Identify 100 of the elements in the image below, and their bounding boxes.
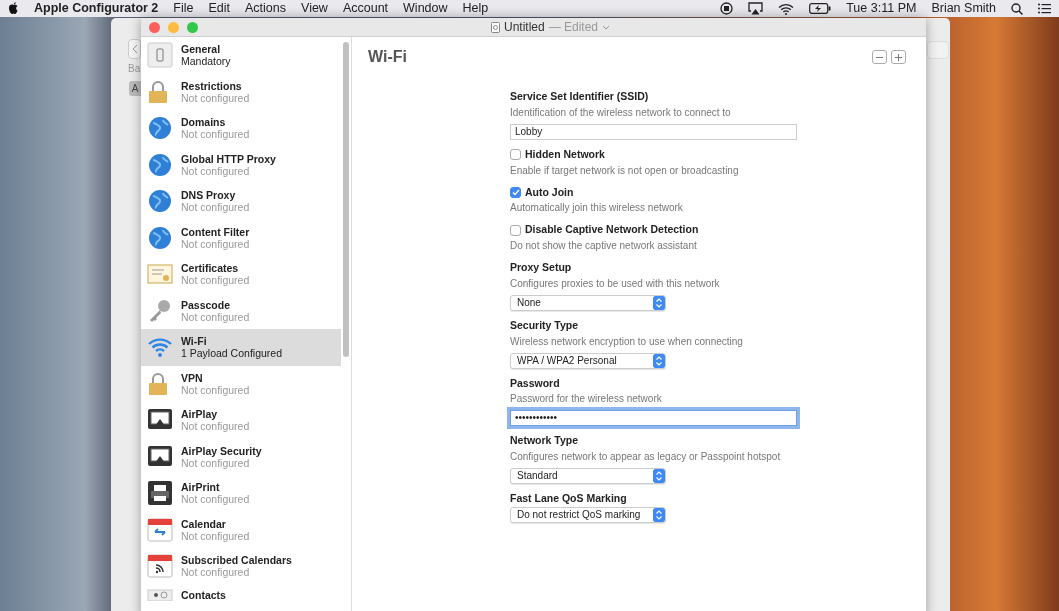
item-title: Certificates: [181, 262, 240, 275]
item-title: DNS Proxy: [181, 189, 237, 202]
field-description: Configures proxies to be used with this network: [510, 276, 721, 291]
field-description: Wireless network encryption to use when connecting: [510, 334, 744, 349]
item-status: Not configured: [181, 128, 250, 141]
field-label: Fast Lane QoS Marking: [510, 491, 628, 506]
dropdown[interactable]: Standard: [510, 468, 666, 484]
menu-item[interactable]: Window: [403, 0, 448, 18]
wifi-icon[interactable]: [778, 2, 795, 15]
item-title: Global HTTP Proxy: [181, 152, 276, 165]
item-title: VPN: [181, 371, 204, 384]
sidebar-item[interactable]: Contacts: [141, 584, 341, 611]
close-button[interactable]: [149, 21, 160, 33]
field-label: Proxy Setup: [510, 260, 573, 275]
password-field[interactable]: ••••••••••••: [510, 410, 797, 427]
apple-logo-icon[interactable]: [8, 2, 19, 15]
dropdown[interactable]: Do not restrict QoS marking: [510, 506, 666, 523]
item-title: Contacts: [181, 588, 226, 601]
printer-icon: [147, 480, 173, 507]
item-status: Not configured: [181, 566, 251, 579]
menu-item[interactable]: View: [301, 0, 328, 18]
field-description: Automatically join this wireless network: [510, 201, 684, 216]
chevron-down-icon[interactable]: [602, 24, 611, 30]
sidebar-item[interactable]: AirPlay Security Not configured: [141, 438, 341, 475]
menu-item[interactable]: Help: [462, 0, 489, 18]
airplay-icon[interactable]: [748, 2, 764, 15]
sidebar-item[interactable]: AirPrint Not configured: [141, 475, 341, 512]
field-label: Security Type: [510, 317, 580, 333]
calendar-icon: [147, 516, 173, 543]
item-status: Not configured: [181, 383, 250, 396]
menu-item[interactable]: Actions: [245, 0, 286, 18]
zoom-button[interactable]: [187, 21, 198, 33]
field-label: Service Set Identifier (SSID): [510, 89, 650, 104]
stepper-icon: [653, 295, 665, 310]
field-description: Configures network to appear as legacy or Passpoint hotspot: [510, 450, 782, 464]
record-icon[interactable]: [720, 2, 734, 15]
item-title: AirPlay: [181, 408, 219, 421]
panel-title: Wi-Fi: [368, 47, 407, 67]
menu-item[interactable]: Account: [342, 0, 389, 18]
item-status: Not configured: [181, 201, 250, 214]
toolbar-label: Ba: [128, 62, 141, 76]
sidebar-item[interactable]: Restrictions Not configured: [141, 73, 341, 110]
item-status: 1 Payload Configured: [181, 347, 282, 360]
item-status: Mandatory: [181, 55, 231, 68]
item-status: Not configured: [181, 91, 250, 104]
menu-clock[interactable]: Tue 3:11 PM: [846, 0, 917, 18]
item-title: AirPlay Security: [181, 444, 262, 457]
item-status: Not configured: [181, 237, 250, 250]
sidebar-item[interactable]: DNS Proxy Not configured: [141, 183, 341, 220]
field-description: Password for the wireless network: [510, 392, 663, 407]
sidebar-item[interactable]: General Mandatory: [141, 37, 341, 74]
sidebar-item[interactable]: Content Filter Not configured: [141, 219, 341, 256]
item-title: General: [181, 43, 222, 56]
remove-button[interactable]: [872, 50, 887, 64]
item-status: Not configured: [181, 310, 250, 323]
checkbox-label: Disable Captive Network Detection: [525, 222, 699, 238]
sidebar-item[interactable]: Global HTTP Proxy Not configured: [141, 146, 341, 183]
text-field[interactable]: Lobby: [510, 123, 797, 140]
menu-item[interactable]: Edit: [208, 0, 230, 18]
add-button[interactable]: [891, 50, 906, 64]
toolbar-button[interactable]: A: [129, 81, 141, 96]
checkbox-label: Hidden Network: [525, 146, 605, 162]
sidebar-item[interactable]: Subscribed Calendars Not configured: [141, 548, 341, 585]
menu-icon[interactable]: [1038, 3, 1051, 14]
checkbox[interactable]: [510, 149, 521, 161]
menu-item[interactable]: File: [173, 0, 194, 18]
battery-charging-icon[interactable]: [809, 3, 832, 14]
stepper-icon: [653, 507, 665, 522]
checkbox-label: Auto Join: [525, 184, 574, 200]
field-description: Enable if target network is not open or broadcasting: [510, 163, 740, 178]
minus-icon: [876, 56, 883, 58]
app-name[interactable]: Apple Configurator 2: [34, 0, 159, 18]
sidebar-item[interactable]: Domains Not configured: [141, 110, 341, 147]
sidebar-item[interactable]: Passcode Not configured: [141, 292, 341, 329]
scrollbar[interactable]: [343, 42, 349, 357]
item-title: Restrictions: [181, 79, 243, 92]
stepper-icon: [653, 353, 665, 368]
checkbox[interactable]: [510, 186, 521, 198]
sidebar-item[interactable]: Certificates Not configured: [141, 256, 341, 293]
sidebar-item[interactable]: VPN Not configured: [141, 365, 341, 402]
item-title: Subscribed Calendars: [181, 554, 292, 567]
stepper-icon: [653, 469, 665, 483]
checkbox[interactable]: [510, 224, 521, 236]
sidebar-item[interactable]: AirPlay Not configured: [141, 402, 341, 439]
item-status: Not configured: [181, 529, 250, 542]
globe-icon: [147, 151, 173, 178]
search-icon[interactable]: [1011, 2, 1023, 15]
device-icon: [147, 42, 173, 69]
contacts-icon: [147, 588, 173, 601]
back-button[interactable]: [128, 39, 141, 59]
item-title: Calendar: [181, 517, 227, 530]
user-name[interactable]: Brian Smith: [931, 0, 996, 18]
calendar-feed-icon: [147, 553, 173, 580]
dropdown[interactable]: None: [510, 294, 666, 311]
item-status: Not configured: [181, 456, 250, 469]
item-status: Not configured: [181, 493, 250, 506]
field-label: Network Type: [510, 433, 580, 449]
sidebar-item[interactable]: Calendar Not configured: [141, 511, 341, 548]
sidebar-item[interactable]: Wi-Fi 1 Payload Configured: [141, 329, 341, 366]
dropdown[interactable]: WPA / WPA2 Personal: [510, 352, 666, 369]
